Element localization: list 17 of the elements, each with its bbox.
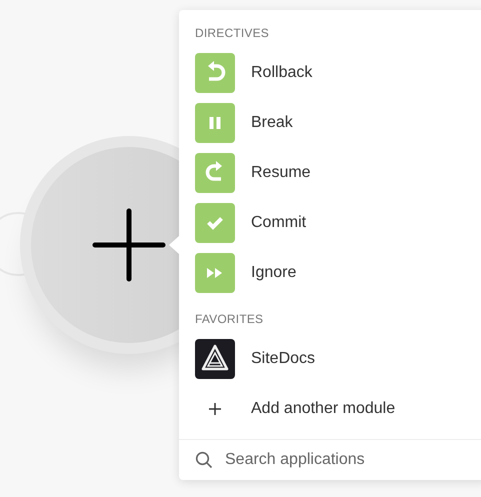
menu-item[interactable]: Commit	[195, 203, 473, 243]
menu-item[interactable]: SiteDocs	[195, 339, 473, 379]
fast-forward-icon	[195, 253, 235, 293]
menu-item[interactable]: Resume	[195, 153, 473, 193]
plus-icon	[208, 402, 222, 416]
pause-icon	[195, 103, 235, 143]
search-icon	[195, 451, 213, 469]
add-module-item[interactable]: Add another module	[195, 389, 473, 429]
menu-item[interactable]: Ignore	[195, 253, 473, 293]
section-heading: DIRECTIVES	[195, 26, 270, 42]
app-logo-icon	[195, 339, 235, 379]
check-icon	[195, 203, 235, 243]
menu-item[interactable]: Break	[195, 103, 473, 143]
menu-item[interactable]: Rollback	[195, 53, 473, 93]
plus-icon	[91, 207, 167, 283]
search-field[interactable]: Search applications	[225, 451, 445, 469]
section-heading: FAVORITES	[195, 312, 264, 328]
